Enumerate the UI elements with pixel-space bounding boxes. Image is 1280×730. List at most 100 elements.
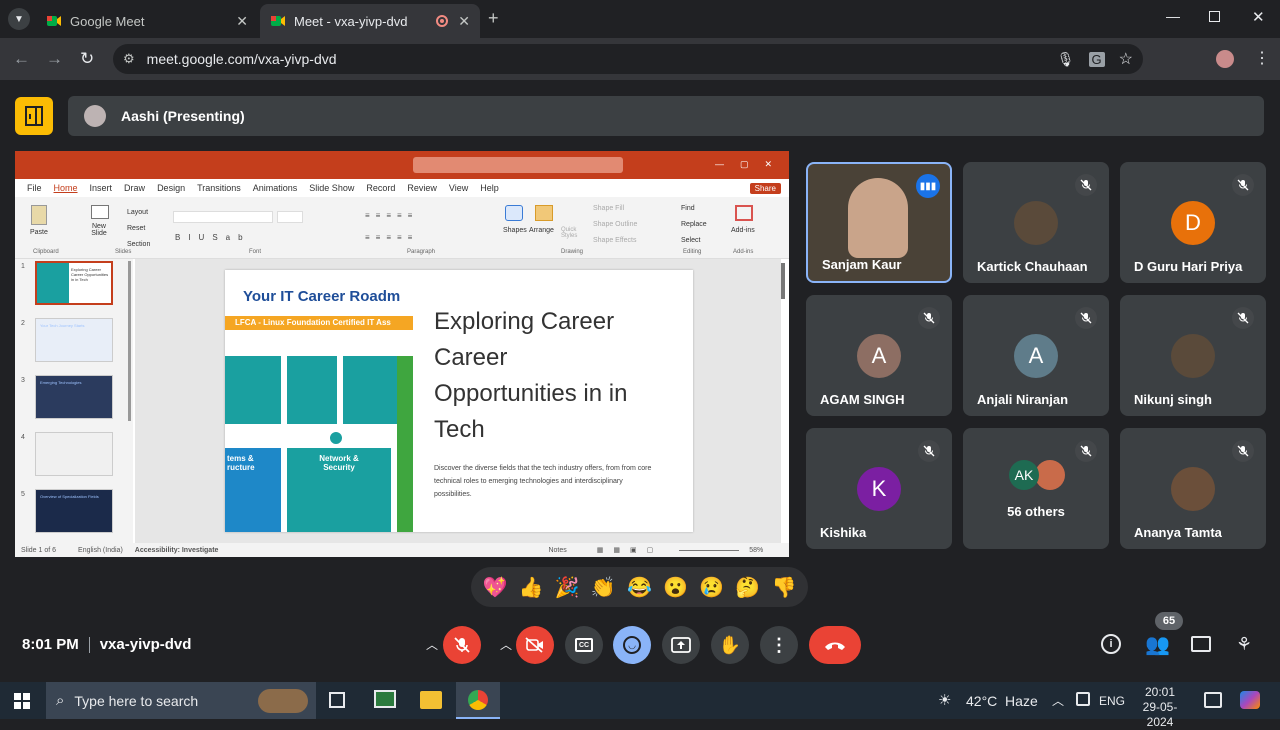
find-label: Find [681, 205, 695, 212]
participant-tile[interactable]: K Kishika [806, 428, 952, 549]
notifications-icon[interactable] [1204, 692, 1222, 708]
roadmap-box-left [225, 356, 281, 424]
close-tab-icon[interactable]: ✕ [458, 13, 470, 30]
reaction-emoji[interactable]: 😢 [699, 575, 724, 600]
reaction-emoji[interactable]: 🤔 [735, 575, 760, 600]
bookmark-star-icon[interactable]: ☆ [1119, 49, 1133, 69]
reaction-emoji[interactable]: 💖 [483, 575, 508, 600]
captions-button[interactable]: CC [565, 626, 603, 664]
muted-mic-icon [1232, 440, 1254, 462]
audio-options-icon[interactable]: ︿ [426, 636, 438, 653]
arrange-icon [535, 205, 553, 221]
profile-avatar[interactable] [1216, 50, 1234, 68]
taskbar-search[interactable]: ⌕ Type here to search [46, 682, 316, 719]
avatar-initial: A [871, 343, 887, 368]
windows-start-icon[interactable] [14, 693, 30, 709]
activities-icon[interactable]: ⚘ [1236, 634, 1252, 655]
muted-mic-icon [1075, 174, 1097, 196]
new-slide-label: New Slide [91, 223, 107, 237]
reaction-emoji[interactable]: 😮 [663, 575, 688, 600]
chrome-taskbar-icon[interactable] [456, 682, 500, 719]
mic-icon[interactable]: 🎙 [1057, 51, 1075, 68]
weather-text[interactable]: 42°C Haze [966, 693, 1038, 709]
translate-icon[interactable]: G [1088, 51, 1105, 67]
clock[interactable]: 20:01 29-05-2024 [1132, 685, 1188, 730]
emoji-button[interactable]: ◡ [613, 626, 651, 664]
tab-meet-active[interactable]: Meet - vxa-yivp-dvd ✕ [260, 4, 480, 38]
chat-icon[interactable] [1191, 636, 1211, 652]
camera-off-button[interactable] [516, 626, 554, 664]
close-window-icon[interactable]: ✕ [1252, 8, 1265, 26]
back-icon[interactable]: ← [13, 49, 30, 69]
group-editing: Editing [683, 249, 702, 255]
status-lang: English (India) [78, 546, 123, 554]
leave-call-button[interactable] [809, 626, 861, 664]
reload-icon[interactable]: ↻ [80, 49, 94, 69]
camera-off-icon [525, 637, 543, 653]
thumb-number: 2 [21, 320, 25, 327]
font-size-box [277, 211, 303, 223]
raise-hand-button[interactable]: ✋ [711, 626, 749, 664]
reaction-emoji[interactable]: 👏 [591, 575, 616, 600]
arrange-label: Arrange [529, 227, 554, 234]
ribbon-tab: Animations [252, 183, 298, 193]
new-tab-icon[interactable]: + [488, 8, 499, 29]
presenting-label: Aashi (Presenting) [121, 108, 245, 124]
address-bar[interactable]: ⚙ meet.google.com/vxa-yivp-dvd 🎙 G ☆ [113, 44, 1143, 74]
reaction-emoji[interactable]: 👍 [519, 575, 544, 600]
people-icon[interactable]: 👥 [1145, 632, 1170, 657]
copilot-icon[interactable] [1240, 691, 1260, 709]
meeting-details-icon[interactable]: i [1101, 634, 1121, 654]
participant-tile[interactable]: A Anjali Niranjan [963, 295, 1109, 416]
shape-outline-label: Shape Outline [593, 221, 638, 228]
file-explorer-icon[interactable] [420, 691, 442, 709]
thumb-title: Exploring Career Career Opportunities in… [71, 267, 109, 282]
mic-off-button[interactable] [443, 626, 481, 664]
speaking-indicator-icon: ▮▮▮ [916, 174, 940, 198]
participant-avatar: A [857, 334, 901, 378]
forward-icon[interactable]: → [46, 49, 63, 69]
participant-tile[interactable]: Kartick Chauhaan [963, 162, 1109, 283]
participant-tile[interactable]: AK 56 others [963, 428, 1109, 549]
roadmap-box-mid2 [343, 356, 405, 424]
snip-app-icon[interactable] [374, 690, 396, 708]
thumb-title: Emerging Technologies [40, 380, 82, 385]
present-button[interactable] [662, 626, 700, 664]
slide-thumbnail: Overview of Specialization Fields [35, 489, 113, 533]
participant-name: Nikunj singh [1134, 392, 1212, 407]
tray-chevron-icon[interactable]: ︿ [1052, 692, 1064, 709]
participant-tile[interactable]: A AGAM SINGH [806, 295, 952, 416]
tab-search-button[interactable]: ▼ [8, 8, 30, 30]
reaction-emoji[interactable]: 😂 [627, 575, 652, 600]
reaction-emoji[interactable]: 👎 [771, 575, 796, 600]
reset-label: Reset [127, 225, 146, 232]
minimize-icon[interactable]: — [1166, 8, 1180, 24]
menu-dots-icon[interactable]: ⋮ [1254, 48, 1270, 68]
input-lang[interactable]: ENG [1099, 694, 1125, 708]
participant-name: D Guru Hari Priya [1134, 259, 1243, 274]
reaction-emoji[interactable]: 🎉 [555, 575, 580, 600]
more-options-button[interactable]: ⋮ [760, 626, 798, 664]
meeting-code: vxa-yivp-dvd [99, 636, 192, 653]
muted-mic-icon [918, 440, 940, 462]
network-icon[interactable] [1076, 692, 1090, 706]
participant-avatar [1171, 334, 1215, 378]
tab-google-meet[interactable]: Google Meet ✕ [36, 4, 258, 38]
roadmap-box-mid1 [287, 356, 337, 424]
weather-icon[interactable]: ☀ [938, 691, 951, 709]
ribbon-tab: Draw [124, 183, 146, 193]
restore-icon[interactable] [1209, 11, 1220, 22]
video-options-icon[interactable]: ︿ [500, 636, 512, 653]
participant-tile[interactable]: D D Guru Hari Priya [1120, 162, 1266, 283]
participant-tile[interactable]: Ananya Tamta [1120, 428, 1266, 549]
close-tab-icon[interactable]: ✕ [236, 13, 248, 30]
thumb-number: 1 [21, 263, 25, 270]
participant-tile[interactable]: ▮▮▮ Sanjam Kaur [806, 162, 952, 283]
roadmap-box-right [397, 356, 413, 532]
canvas-scrollbar [781, 263, 785, 299]
site-info-icon[interactable]: ⚙ [123, 51, 135, 67]
group-addins: Add-ins [733, 249, 754, 255]
task-view-icon[interactable] [329, 692, 345, 708]
ribbon-tab: Transitions [197, 183, 241, 193]
participant-tile[interactable]: Nikunj singh [1120, 295, 1266, 416]
